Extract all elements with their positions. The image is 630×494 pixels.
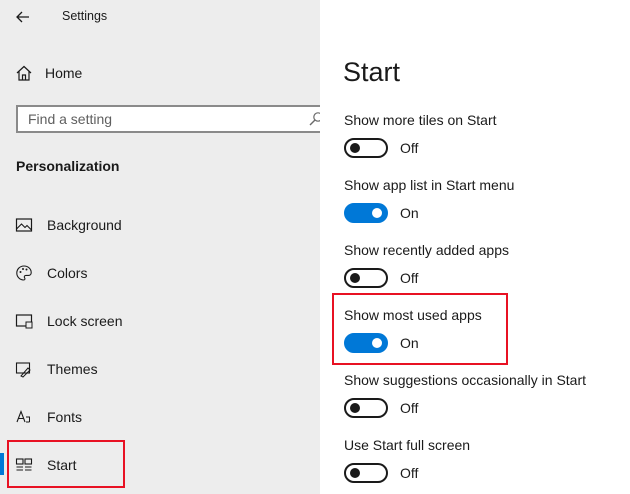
sidebar-item-label: Background <box>47 217 122 233</box>
sidebar-item-label: Colors <box>47 265 88 281</box>
search-box[interactable] <box>16 105 332 133</box>
setting-suggestions: Show suggestions occasionally in Start O… <box>344 371 586 418</box>
fonts-icon <box>15 408 33 426</box>
home-icon <box>16 65 32 81</box>
sidebar-item-home[interactable]: Home <box>15 62 82 84</box>
setting-app-list: Show app list in Start menu On <box>344 176 514 223</box>
toggle-knob <box>372 208 382 218</box>
main-panel: Start Show more tiles on Start Off Show … <box>320 0 630 494</box>
toggle-knob <box>350 468 360 478</box>
selected-indicator <box>0 453 4 475</box>
toggle-switch[interactable] <box>344 398 388 418</box>
sidebar-item-label: Fonts <box>47 409 83 425</box>
search-input[interactable] <box>18 107 298 131</box>
setting-label: Use Start full screen <box>344 437 471 453</box>
app-title: Settings <box>62 9 108 23</box>
toggle-row[interactable]: Off <box>344 138 497 158</box>
sidebar-item-lock-screen[interactable]: Lock screen <box>15 309 305 333</box>
setting-label: Show more tiles on Start <box>344 112 497 128</box>
sidebar-item-label: Themes <box>47 361 98 377</box>
sidebar-item-themes[interactable]: Themes <box>15 357 305 381</box>
setting-more-tiles: Show more tiles on Start Off <box>344 111 497 158</box>
toggle-switch[interactable] <box>344 268 388 288</box>
toggle-row[interactable]: Off <box>344 463 470 483</box>
page-title: Start <box>343 57 401 87</box>
sidebar-item-colors[interactable]: Colors <box>15 261 305 285</box>
back-button[interactable] <box>12 6 34 28</box>
setting-full-screen: Use Start full screen Off <box>344 436 470 483</box>
back-arrow-icon <box>16 11 29 23</box>
toggle-knob <box>350 273 360 283</box>
section-title: Personalization <box>16 158 120 174</box>
sidebar-item-background[interactable]: Background <box>15 213 305 237</box>
highlight-box-start <box>7 440 125 488</box>
sidebar-item-label: Home <box>45 65 83 81</box>
palette-icon <box>15 264 33 282</box>
setting-label: Show app list in Start menu <box>344 177 515 193</box>
toggle-state: Off <box>400 140 419 156</box>
highlight-box-most-used <box>332 293 508 365</box>
toggle-knob <box>350 143 360 153</box>
toggle-state: Off <box>400 465 419 481</box>
setting-recently-added: Show recently added apps Off <box>344 241 509 288</box>
lock-screen-icon <box>15 312 33 330</box>
sidebar-item-fonts[interactable]: Fonts <box>15 405 305 429</box>
toggle-switch[interactable] <box>344 463 388 483</box>
toggle-state: On <box>400 205 419 221</box>
toggle-row[interactable]: On <box>344 203 514 223</box>
sidebar-item-label: Lock screen <box>47 313 123 329</box>
setting-label: Show suggestions occasionally in Start <box>344 372 587 388</box>
sidebar: Settings Home Personalization Background <box>0 0 332 494</box>
setting-label: Show recently added apps <box>344 242 509 258</box>
toggle-state: Off <box>400 270 419 286</box>
toggle-knob <box>350 403 360 413</box>
toggle-state: Off <box>400 400 419 416</box>
toggle-row[interactable]: Off <box>344 268 509 288</box>
toggle-switch[interactable] <box>344 138 388 158</box>
themes-brush-icon <box>15 360 33 378</box>
toggle-switch[interactable] <box>344 203 388 223</box>
picture-icon <box>15 216 33 234</box>
toggle-row[interactable]: Off <box>344 398 586 418</box>
